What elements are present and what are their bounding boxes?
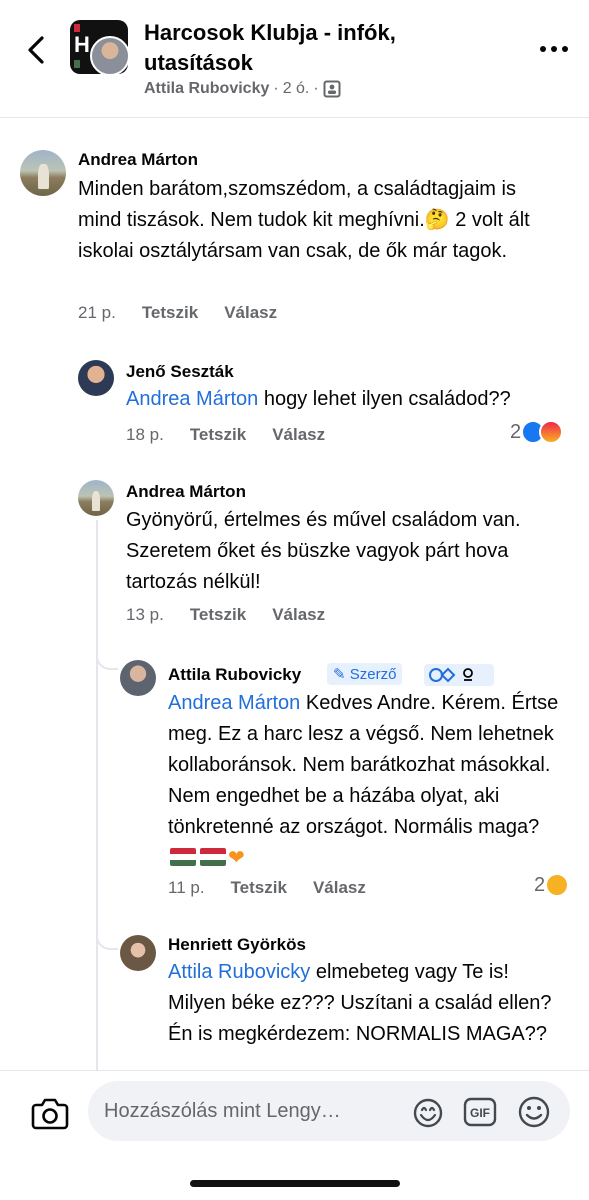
badge-icons (424, 664, 494, 686)
group-logo-letter: H (74, 32, 90, 57)
reaction-count: 2 (534, 873, 546, 896)
mention-link[interactable]: Attila Rubovicky (168, 961, 310, 983)
mention-link[interactable]: Andrea Márton (168, 692, 300, 714)
flag-stripe-green (74, 60, 80, 68)
comment-time[interactable]: 21 p. (78, 303, 116, 323)
like-button[interactable]: Tetszik (231, 878, 287, 898)
reply-button[interactable]: Válasz (272, 425, 325, 445)
comment-text: Minden barátom,szomszédom, a családtagja… (78, 178, 530, 262)
thread-line (96, 520, 98, 1080)
post-meta: Attila Rubovicky · 2 ó. · (144, 80, 341, 98)
gif-label: GIF (470, 1106, 490, 1120)
comment-text-body: hogy lehet ilyen családod?? (258, 388, 511, 410)
wow-reaction-icon (545, 873, 570, 897)
emoji-icon[interactable] (516, 1094, 552, 1130)
comment-text: Andrea Márton hogy lehet ilyen családod?… (126, 384, 576, 415)
comment-text: Andrea Márton Kedves Andre. Kérem. Értse… (168, 688, 568, 874)
comment-input-pill: GIF (88, 1081, 570, 1141)
angry-reaction-icon (539, 420, 564, 444)
group-privacy-icon (323, 80, 341, 98)
avatar[interactable] (120, 935, 156, 971)
like-button[interactable]: Tetszik (142, 303, 198, 323)
comment-author[interactable]: Henriett Györkös (168, 935, 306, 955)
more-icon[interactable] (537, 38, 571, 60)
group-title[interactable]: Harcosok Klubja - infók, utasítások (144, 18, 464, 78)
post-author[interactable]: Attila Rubovicky (144, 80, 269, 98)
comment-input[interactable] (104, 1095, 400, 1127)
comment-actions: 13 p. Tetszik Válasz (126, 605, 325, 625)
camera-icon[interactable] (30, 1096, 70, 1130)
comment-actions: 11 p. Tetszik Válasz (168, 878, 366, 898)
avatar[interactable] (120, 660, 156, 696)
hungarian-flag-emoji (170, 848, 196, 866)
author-badge-label: Szerző (349, 666, 397, 683)
mention-link[interactable]: Andrea Márton (126, 388, 258, 410)
like-button[interactable]: Tetszik (190, 425, 246, 445)
reaction-summary[interactable]: 2 (534, 873, 570, 897)
comment-time[interactable]: 11 p. (168, 878, 205, 898)
avatar[interactable] (78, 480, 114, 516)
comment-author[interactable]: Andrea Márton (126, 482, 246, 502)
avatar[interactable] (20, 150, 66, 196)
reaction-count: 2 (510, 420, 522, 443)
group-admin-photo (90, 36, 128, 74)
comment-time[interactable]: 13 p. (126, 605, 164, 625)
group-avatar[interactable]: H (70, 20, 128, 74)
orange-heart-emoji: ❤ (228, 847, 245, 869)
comment-time[interactable]: 18 p. (126, 425, 164, 445)
meta-separator: · (273, 80, 279, 97)
hungarian-flag-emoji (200, 848, 226, 866)
thread-connector (96, 640, 118, 670)
author-badge: ✎ Szerző (327, 663, 403, 685)
reply-button[interactable]: Válasz (313, 878, 366, 898)
gif-icon[interactable]: GIF (462, 1094, 498, 1130)
reaction-summary[interactable]: 2 (510, 420, 564, 444)
avatar-sticker-icon[interactable] (410, 1094, 446, 1130)
comment-text: Attila Rubovicky elmebeteg vagy Te is! M… (168, 957, 568, 1050)
like-button[interactable]: Tetszik (190, 605, 246, 625)
comment-author[interactable]: Andrea Márton (78, 150, 198, 170)
comment-text: Gyönyörű, értelmes és művel családom van… (126, 509, 521, 593)
comment-author[interactable]: Attila Rubovicky (168, 665, 301, 685)
post-time[interactable]: 2 ó. (283, 80, 310, 98)
comment-author[interactable]: Jenő Seszták (126, 362, 234, 382)
reply-button[interactable]: Válasz (224, 303, 277, 323)
avatar[interactable] (78, 360, 114, 396)
thread-connector (96, 920, 118, 950)
comment-actions: 18 p. Tetszik Válasz (126, 425, 325, 445)
pencil-icon: ✎ (333, 666, 346, 683)
group-post-header: H Harcosok Klubja - infók, utasítások At… (0, 0, 589, 118)
flag-stripe-red (74, 24, 80, 32)
fan-badges-icon (429, 667, 473, 683)
comment-actions: 21 p. Tetszik Válasz (78, 303, 277, 323)
meta-separator: · (313, 80, 319, 97)
reply-button[interactable]: Válasz (272, 605, 325, 625)
back-arrow-icon[interactable] (22, 30, 52, 70)
home-indicator[interactable] (190, 1180, 400, 1187)
